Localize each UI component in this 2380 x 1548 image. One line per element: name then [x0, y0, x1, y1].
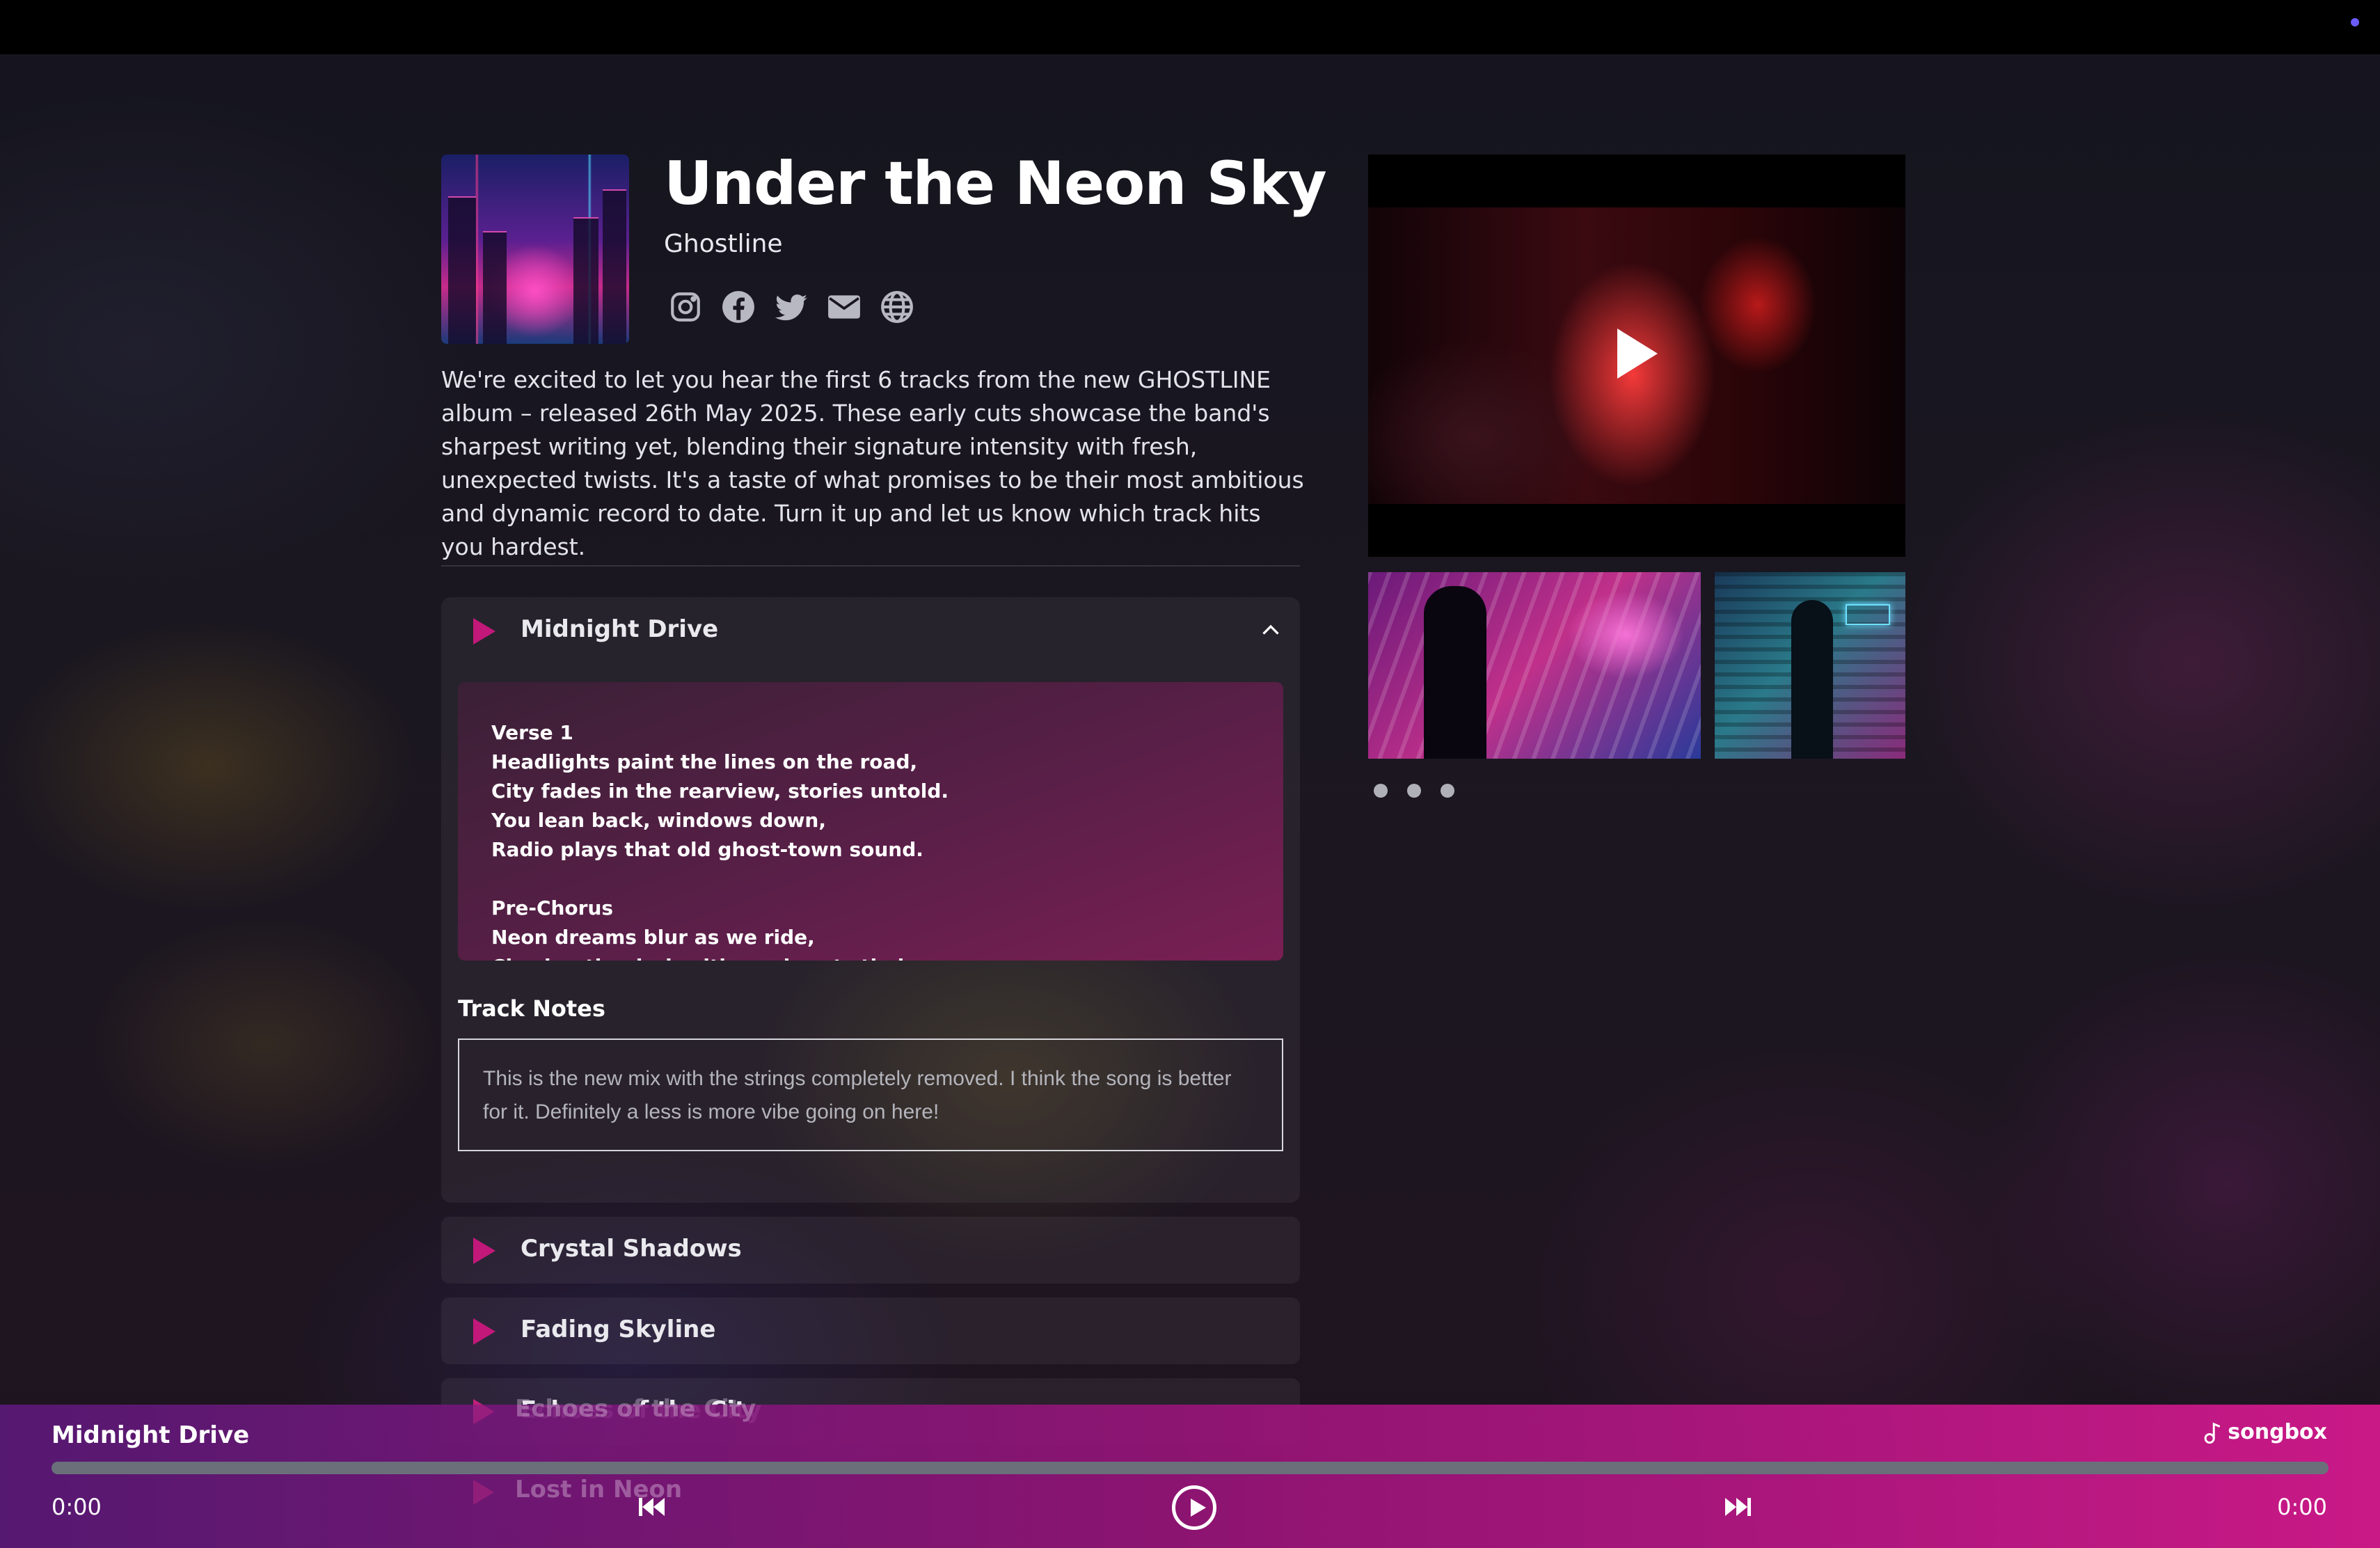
twitter-icon[interactable]: [772, 288, 810, 326]
current-time: 0:00: [51, 1494, 102, 1520]
progress-bar[interactable]: [51, 1462, 2329, 1474]
next-icon[interactable]: [1724, 1496, 1751, 1517]
track-notes-label: Track Notes: [458, 995, 605, 1022]
track-item-midnight-drive[interactable]: Midnight Drive Verse 1 Headlights paint …: [441, 597, 1300, 1203]
play-icon: [473, 1480, 494, 1505]
brand-logo: songbox: [2203, 1420, 2327, 1444]
album-title: Under the Neon Sky: [664, 149, 1327, 219]
track-item-crystal-shadows[interactable]: Crystal Shadows: [441, 1217, 1300, 1284]
chevron-up-icon[interactable]: [1258, 618, 1283, 643]
facebook-icon[interactable]: [720, 288, 757, 326]
track-notes-field[interactable]: This is the new mix with the strings com…: [458, 1038, 1283, 1151]
globe-icon[interactable]: [878, 288, 916, 326]
lyrics-panel[interactable]: Verse 1 Headlights paint the lines on th…: [458, 682, 1283, 961]
social-links: [667, 288, 916, 326]
play-icon: [473, 1399, 494, 1424]
carousel-dots: [1374, 784, 1454, 798]
video-player[interactable]: [1368, 155, 1905, 557]
carousel-dot[interactable]: [1374, 784, 1388, 798]
previous-icon[interactable]: [639, 1496, 665, 1517]
play-icon[interactable]: [1617, 329, 1658, 379]
gallery-image[interactable]: [1715, 572, 1905, 759]
music-note-icon: [2204, 1422, 2221, 1444]
track-name: Fading Skyline: [521, 1316, 716, 1343]
play-icon[interactable]: [473, 1318, 495, 1345]
track-name: Midnight Drive: [521, 615, 719, 643]
status-dot: [2351, 18, 2359, 26]
email-icon[interactable]: [825, 288, 863, 326]
brand-name: songbox: [2228, 1420, 2327, 1444]
total-time: 0:00: [2277, 1494, 2327, 1520]
gallery-image[interactable]: [1368, 572, 1701, 759]
track-item-fading-skyline[interactable]: Fading Skyline: [441, 1297, 1300, 1364]
play-icon[interactable]: [473, 1238, 495, 1264]
album-cover: [441, 155, 629, 344]
divider: [441, 565, 1300, 567]
carousel-dot[interactable]: [1407, 784, 1421, 798]
track-name: Crystal Shadows: [521, 1235, 742, 1263]
instagram-icon[interactable]: [667, 288, 704, 326]
play-icon[interactable]: [473, 618, 495, 645]
top-bar: [0, 0, 2380, 54]
play-button[interactable]: [1172, 1485, 1216, 1530]
lyrics-text: Verse 1 Headlights paint the lines on th…: [491, 721, 949, 961]
album-description: We're excited to let you hear the first …: [441, 366, 1304, 560]
track-name: Echoes of the City: [515, 1395, 756, 1423]
artist-name: Ghostline: [664, 230, 783, 258]
now-playing-title: Midnight Drive: [51, 1421, 250, 1449]
carousel-dot[interactable]: [1441, 784, 1454, 798]
